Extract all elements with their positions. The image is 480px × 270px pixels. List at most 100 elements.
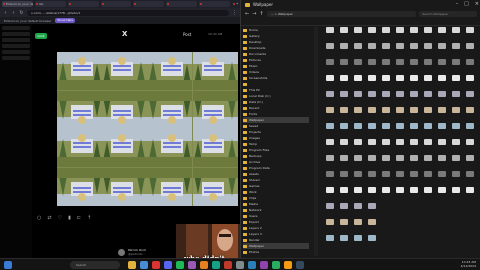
file-item[interactable]: [407, 155, 421, 169]
file-item[interactable]: [379, 91, 393, 105]
file-item[interactable]: [393, 43, 407, 57]
file-item[interactable]: [323, 75, 337, 89]
bookmark-icon[interactable]: ⊏: [77, 215, 81, 221]
forward-icon[interactable]: →: [252, 11, 256, 17]
file-item[interactable]: [337, 107, 351, 121]
file-item[interactable]: [449, 187, 463, 201]
file-item[interactable]: [337, 139, 351, 153]
file-item[interactable]: [407, 91, 421, 105]
file-item[interactable]: [351, 107, 365, 121]
file-item[interactable]: [435, 91, 449, 105]
file-item[interactable]: [421, 155, 435, 169]
file-item[interactable]: [365, 203, 379, 217]
file-item[interactable]: [393, 123, 407, 137]
file-item[interactable]: [393, 171, 407, 185]
file-item[interactable]: [435, 59, 449, 73]
file-item[interactable]: [435, 171, 449, 185]
file-item[interactable]: [337, 27, 351, 41]
file-item[interactable]: [323, 59, 337, 73]
file-item[interactable]: [351, 59, 365, 73]
file-item[interactable]: [323, 187, 337, 201]
file-item[interactable]: [407, 59, 421, 73]
file-item[interactable]: [337, 75, 351, 89]
chrome-icon[interactable]: [152, 261, 160, 269]
post-image[interactable]: [57, 52, 238, 206]
extensions-icon[interactable]: ⋮: [232, 10, 237, 16]
file-item[interactable]: [323, 107, 337, 121]
file-item[interactable]: [351, 235, 365, 249]
file-item[interactable]: [379, 59, 393, 73]
views-icon[interactable]: ▮: [68, 215, 71, 221]
taskbar-search-input[interactable]: Search: [70, 261, 120, 269]
file-explorer-icon[interactable]: [128, 261, 136, 269]
file-item[interactable]: [365, 107, 379, 121]
file-item[interactable]: [323, 155, 337, 169]
file-item[interactable]: [365, 139, 379, 153]
file-item[interactable]: [449, 59, 463, 73]
file-item[interactable]: [393, 91, 407, 105]
new-tab-button[interactable]: +: [232, 1, 238, 7]
file-item[interactable]: [351, 75, 365, 89]
file-item[interactable]: [351, 203, 365, 217]
file-item[interactable]: [351, 187, 365, 201]
app-icon[interactable]: [296, 261, 304, 269]
file-item[interactable]: [365, 155, 379, 169]
file-item[interactable]: [449, 139, 463, 153]
file-item[interactable]: [393, 187, 407, 201]
file-item[interactable]: [379, 187, 393, 201]
browser-tab[interactable]: [133, 1, 165, 7]
file-item[interactable]: [337, 171, 351, 185]
file-item[interactable]: [463, 59, 477, 73]
file-item[interactable]: [407, 139, 421, 153]
nav-scrollbar[interactable]: [314, 27, 318, 256]
file-item[interactable]: [463, 139, 477, 153]
browser-tab[interactable]: Ver: [34, 1, 66, 7]
app-icon[interactable]: [272, 261, 280, 269]
file-item[interactable]: [463, 43, 477, 57]
nav-item[interactable]: Photos: [243, 249, 309, 255]
file-item[interactable]: [379, 107, 393, 121]
explorer-search-input[interactable]: Search Wallpaper: [419, 10, 477, 17]
grok-button[interactable]: Grok: [35, 33, 47, 39]
file-item[interactable]: [351, 43, 365, 57]
repost-icon[interactable]: ⇄: [47, 215, 51, 221]
file-item[interactable]: [421, 123, 435, 137]
file-item[interactable]: [365, 75, 379, 89]
file-item[interactable]: [365, 27, 379, 41]
file-item[interactable]: [351, 219, 365, 233]
app-icon[interactable]: [224, 261, 232, 269]
app-icon[interactable]: [200, 261, 208, 269]
file-item[interactable]: [463, 75, 477, 89]
path-input[interactable]: ... > Wallpaper: [266, 10, 417, 17]
file-item[interactable]: [393, 107, 407, 121]
file-item[interactable]: [337, 43, 351, 57]
bookmark-item[interactable]: Extend on your default browser: [4, 19, 51, 23]
file-item[interactable]: [337, 219, 351, 233]
file-item[interactable]: [351, 171, 365, 185]
file-item[interactable]: [365, 235, 379, 249]
app-icon[interactable]: [248, 261, 256, 269]
file-item[interactable]: [351, 123, 365, 137]
file-item[interactable]: [421, 107, 435, 121]
file-item[interactable]: [463, 155, 477, 169]
file-item[interactable]: [435, 75, 449, 89]
file-item[interactable]: [337, 155, 351, 169]
avatar[interactable]: [118, 248, 125, 256]
file-item[interactable]: [337, 235, 351, 249]
file-item[interactable]: [323, 139, 337, 153]
file-item[interactable]: [435, 155, 449, 169]
file-item[interactable]: [379, 75, 393, 89]
file-item[interactable]: [351, 155, 365, 169]
file-item[interactable]: [421, 91, 435, 105]
maximize-button[interactable]: □: [464, 1, 469, 7]
file-item[interactable]: [407, 27, 421, 41]
file-item[interactable]: [323, 91, 337, 105]
file-item[interactable]: [379, 155, 393, 169]
file-item[interactable]: [407, 107, 421, 121]
file-item[interactable]: [435, 43, 449, 57]
file-item[interactable]: [323, 235, 337, 249]
file-item[interactable]: [421, 43, 435, 57]
show-tabs-button[interactable]: Show tabs: [55, 18, 75, 23]
file-item[interactable]: [393, 27, 407, 41]
file-item[interactable]: [449, 43, 463, 57]
